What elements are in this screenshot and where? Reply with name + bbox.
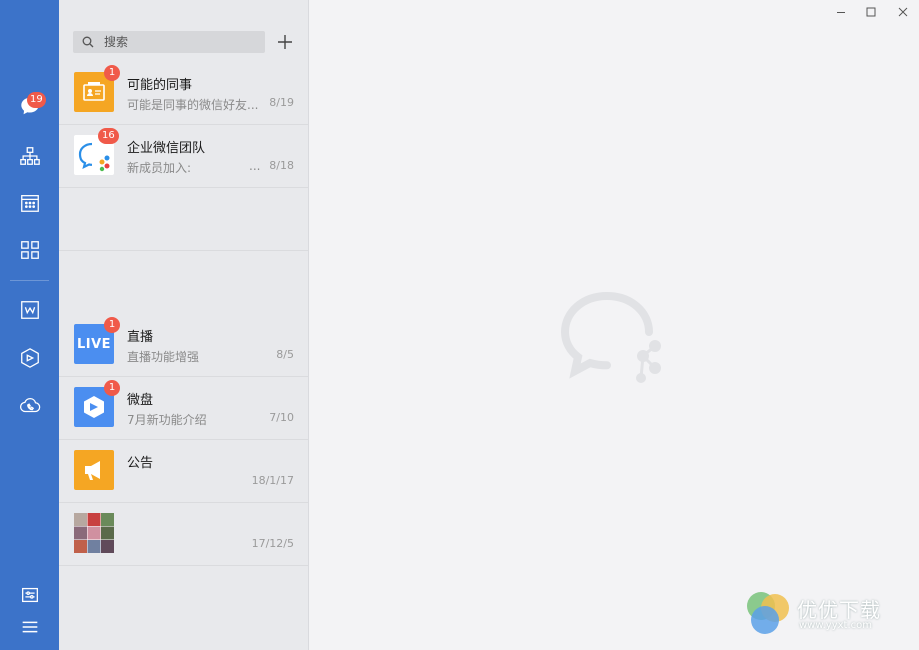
add-button[interactable] (275, 32, 295, 52)
search-box[interactable] (73, 31, 265, 53)
maximize-button[interactable] (857, 2, 885, 22)
list-item[interactable]: 16 企业微信团队 新成员加入: ... 8/18 (59, 125, 308, 188)
item-title: 可能的同事 (127, 78, 193, 93)
item-time: 8/19 (269, 96, 294, 109)
contacts-org-icon[interactable] (0, 136, 59, 176)
unread-badge: 1 (104, 380, 120, 396)
close-icon (898, 7, 908, 17)
item-time: 7/10 (269, 411, 294, 424)
menu-icon[interactable] (0, 607, 59, 647)
watermark: 优优下载 www.yyxt.com (745, 590, 905, 638)
plus-icon (278, 35, 292, 49)
live-label: LIVE (76, 336, 112, 352)
watermark-text: 优优下载 (797, 598, 881, 622)
item-ellipsis: ... (249, 159, 261, 173)
sidebar: 19 (0, 0, 59, 650)
group-photo-icon (74, 513, 114, 553)
watermark-url: www.yyxt.com (799, 620, 873, 631)
search-input[interactable] (102, 34, 256, 50)
list-item[interactable]: 1 微盘 7月新功能介绍 7/10 (59, 377, 308, 440)
watermark-logo-icon (747, 592, 789, 634)
unread-badge: 16 (98, 128, 119, 144)
unread-badge: 1 (104, 317, 120, 333)
megaphone-icon (74, 450, 114, 490)
weipan-cube-icon[interactable] (0, 338, 59, 378)
item-title: 企业微信团队 (127, 141, 206, 156)
item-time: 8/18 (269, 159, 294, 172)
main-area (309, 0, 919, 650)
item-title: 直播 (127, 330, 154, 345)
close-button[interactable] (889, 2, 917, 22)
item-preview: 可能是同事的微信好友... (127, 98, 259, 112)
item-preview: 7月新功能介绍 (127, 413, 207, 427)
list-item[interactable]: 1 可能的同事 可能是同事的微信好友... 8/19 (59, 62, 308, 125)
list-item[interactable]: 公告 18/1/17 (59, 440, 308, 503)
minimize-button[interactable] (827, 2, 855, 22)
cloud-phone-icon[interactable] (0, 386, 59, 426)
apps-grid-icon[interactable] (0, 230, 59, 270)
sidebar-divider (10, 280, 49, 281)
wecom-logo-icon: 16 (74, 128, 119, 175)
maximize-icon (866, 7, 876, 17)
unread-badge: 1 (104, 65, 120, 81)
contact-card-icon: 1 (74, 65, 120, 112)
weipan-icon: 1 (74, 380, 120, 427)
list-item-empty[interactable] (59, 188, 308, 251)
list-item[interactable]: LIVE 1 直播 直播功能增强 8/5 (59, 314, 308, 377)
item-time: 18/1/17 (251, 474, 294, 487)
item-title: 公告 (127, 456, 154, 471)
item-title: 微盘 (127, 393, 154, 408)
calendar-icon[interactable] (0, 183, 59, 223)
item-preview: 直播功能增强 (127, 350, 200, 364)
list-item[interactable]: 17/12/5 (59, 503, 308, 566)
message-badge: 19 (27, 92, 46, 108)
live-icon: LIVE 1 (74, 317, 120, 364)
item-preview: 新成员加入: (127, 161, 192, 175)
wecom-placeholder-logo-icon (560, 292, 661, 383)
search-icon (82, 36, 94, 48)
minimize-icon (837, 12, 845, 13)
item-time: 8/5 (276, 348, 294, 361)
item-time: 17/12/5 (251, 537, 294, 550)
doc-w-icon[interactable] (0, 290, 59, 330)
conversation-list: 1 可能的同事 可能是同事的微信好友... 8/19 16 企业微信团队 新成员… (59, 0, 309, 650)
